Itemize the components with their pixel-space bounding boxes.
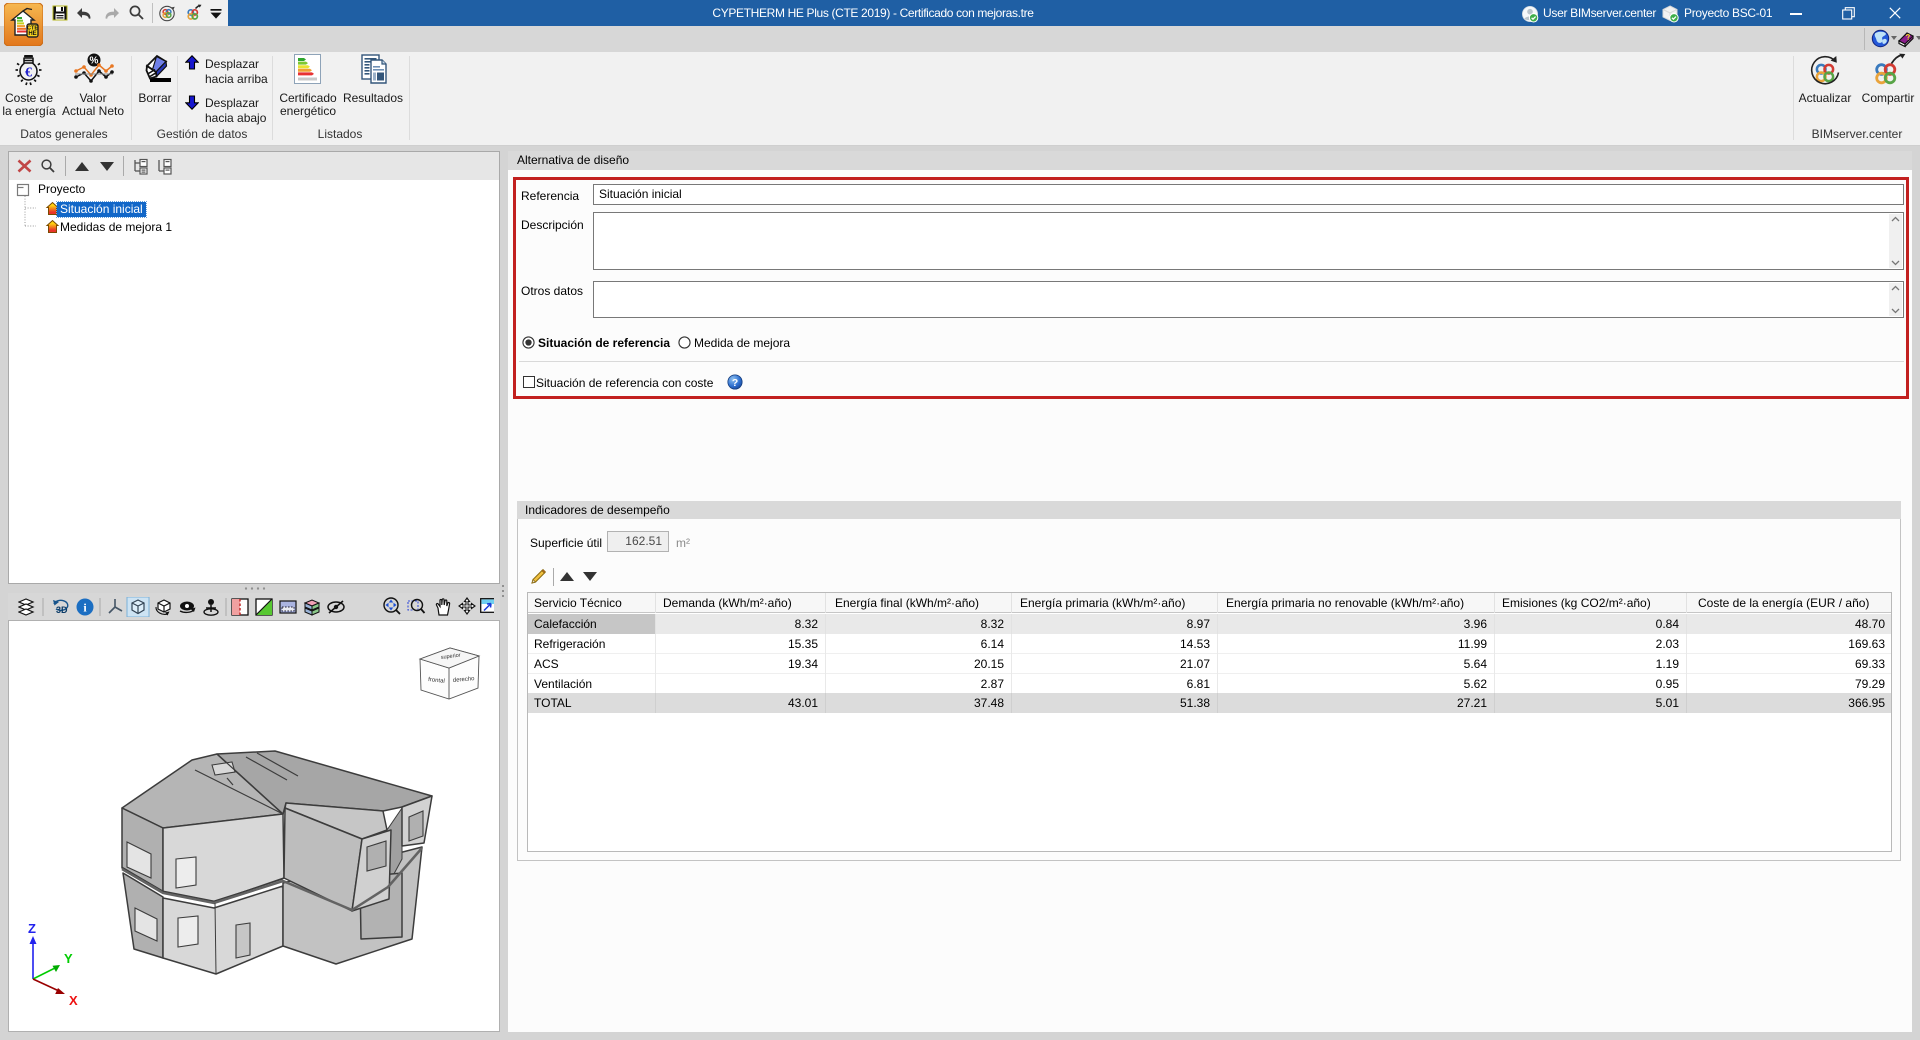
svg-text:X: X <box>69 993 78 1008</box>
svg-text:Y: Y <box>64 951 73 966</box>
svg-text:HE: HE <box>28 31 36 37</box>
svg-text:€: € <box>25 66 32 81</box>
svg-text:%: % <box>90 56 99 67</box>
svg-text:?: ? <box>1905 32 1911 42</box>
svg-text:?: ? <box>732 378 738 389</box>
svg-text:Z: Z <box>28 921 36 936</box>
svg-text:3D: 3D <box>56 605 68 615</box>
